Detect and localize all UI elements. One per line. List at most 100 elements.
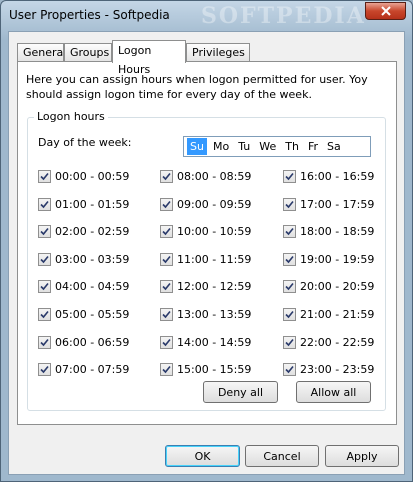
logon-hours-panel: Here you can assign hours when logon per… [17,61,397,425]
hour-checkbox-06[interactable]: 06:00 - 06:59 [38,334,129,350]
hour-checkbox-14[interactable]: 14:00 - 14:59 [160,334,251,350]
hour-label: 09:00 - 09:59 [177,197,252,211]
checkmark-icon [283,252,296,266]
checkmark-icon [283,224,296,238]
hour-label: 18:00 - 18:59 [300,224,375,238]
checkmark-icon [160,224,173,238]
hour-checkbox-12[interactable]: 12:00 - 12:59 [160,278,251,294]
hour-label: 11:00 - 11:59 [177,252,252,266]
hour-label: 22:00 - 22:59 [300,335,375,349]
day-sa[interactable]: Sa [324,138,344,155]
hour-label: 14:00 - 14:59 [177,335,252,349]
hour-label: 13:00 - 13:59 [177,307,252,321]
hour-checkbox-16[interactable]: 16:00 - 16:59 [283,168,374,184]
checkmark-icon [283,197,296,211]
close-button[interactable] [365,2,406,20]
hour-checkbox-09[interactable]: 09:00 - 09:59 [160,196,251,212]
hour-checkbox-13[interactable]: 13:00 - 13:59 [160,306,251,322]
hour-label: 20:00 - 20:59 [300,279,375,293]
hour-checkbox-11[interactable]: 11:00 - 11:59 [160,251,251,267]
tab-logon-hours[interactable]: Logon Hours [112,40,186,76]
tab-groups[interactable]: Groups [64,43,112,62]
checkmark-icon [38,197,51,211]
hour-label: 03:00 - 03:59 [55,252,130,266]
hour-checkbox-20[interactable]: 20:00 - 20:59 [283,278,374,294]
checkmark-icon [160,307,173,321]
hour-label: 05:00 - 05:59 [55,307,130,321]
hour-label: 15:00 - 15:59 [177,362,252,376]
day-mo[interactable]: Mo [210,138,232,155]
hour-checkbox-19[interactable]: 19:00 - 19:59 [283,251,374,267]
softpedia-watermark: SOFTPEDIA [201,3,366,29]
checkmark-icon [38,224,51,238]
checkmark-icon [38,362,51,376]
day-fr[interactable]: Fr [305,138,321,155]
day-we[interactable]: We [256,138,279,155]
hour-checkbox-08[interactable]: 08:00 - 08:59 [160,168,251,184]
hour-label: 04:00 - 04:59 [55,279,130,293]
title-bar[interactable]: User Properties - Softpedia SOFTPEDIA [1,1,412,31]
day-th[interactable]: Th [282,138,302,155]
hour-label: 06:00 - 06:59 [55,335,130,349]
checkmark-icon [38,279,51,293]
checkmark-icon [160,252,173,266]
hour-checkbox-07[interactable]: 07:00 - 07:59 [38,361,129,377]
hour-label: 23:00 - 23:59 [300,362,375,376]
checkmark-icon [160,279,173,293]
hour-label: 12:00 - 12:59 [177,279,252,293]
day-of-week-selector: Su Mo Tu We Th Fr Sa [183,136,371,157]
group-label: Logon hours [34,110,108,123]
hour-checkbox-10[interactable]: 10:00 - 10:59 [160,223,251,239]
deny-all-button[interactable]: Deny all [203,381,278,403]
hour-checkbox-00[interactable]: 00:00 - 00:59 [38,168,129,184]
hour-checkbox-04[interactable]: 04:00 - 04:59 [38,278,129,294]
close-icon [380,6,391,16]
checkmark-icon [160,335,173,349]
allow-all-button[interactable]: Allow all [296,381,371,403]
hour-checkbox-23[interactable]: 23:00 - 23:59 [283,361,374,377]
panel-description: Here you can assign hours when logon per… [26,73,368,101]
logon-hours-group: Logon hours Day of the week: Su Mo Tu We Th F… [27,110,386,411]
checkmark-icon [38,169,51,183]
hour-checkbox-15[interactable]: 15:00 - 15:59 [160,361,251,377]
hour-checkbox-05[interactable]: 05:00 - 05:59 [38,306,129,322]
hour-label: 17:00 - 17:59 [300,197,375,211]
checkmark-icon [283,169,296,183]
hour-checkbox-01[interactable]: 01:00 - 01:59 [38,196,129,212]
apply-button[interactable]: Apply [325,445,399,467]
checkmark-icon [160,197,173,211]
window-title: User Properties - Softpedia [9,8,170,22]
hour-label: 02:00 - 02:59 [55,224,130,238]
hour-label: 01:00 - 01:59 [55,197,130,211]
hour-checkbox-21[interactable]: 21:00 - 21:59 [283,306,374,322]
hour-label: 10:00 - 10:59 [177,224,252,238]
checkmark-icon [283,335,296,349]
cancel-button[interactable]: Cancel [245,445,319,467]
checkmark-icon [38,307,51,321]
hour-checkbox-02[interactable]: 02:00 - 02:59 [38,223,129,239]
day-of-week-label: Day of the week: [38,136,132,149]
checkmark-icon [283,279,296,293]
checkmark-icon [38,335,51,349]
checkmark-icon [160,362,173,376]
dialog-client-area: General Groups Logon Hours Privileges He… [8,31,405,475]
hour-checkbox-17[interactable]: 17:00 - 17:59 [283,196,374,212]
dialog-window: User Properties - Softpedia SOFTPEDIA Ge… [0,0,413,482]
hour-label: 19:00 - 19:59 [300,252,375,266]
hour-checkbox-22[interactable]: 22:00 - 22:59 [283,334,374,350]
ok-button[interactable]: OK [165,445,240,467]
checkmark-icon [283,307,296,321]
hour-checkbox-03[interactable]: 03:00 - 03:59 [38,251,129,267]
hour-label: 00:00 - 00:59 [55,169,130,183]
hour-label: 08:00 - 08:59 [177,169,252,183]
hour-label: 16:00 - 16:59 [300,169,375,183]
tab-general[interactable]: General [17,43,66,62]
checkmark-icon [38,252,51,266]
day-tu[interactable]: Tu [235,138,253,155]
hour-label: 07:00 - 07:59 [55,362,130,376]
checkmark-icon [283,362,296,376]
checkmark-icon [160,169,173,183]
tab-privileges[interactable]: Privileges [186,43,250,62]
day-su[interactable]: Su [187,138,207,155]
hour-checkbox-18[interactable]: 18:00 - 18:59 [283,223,374,239]
